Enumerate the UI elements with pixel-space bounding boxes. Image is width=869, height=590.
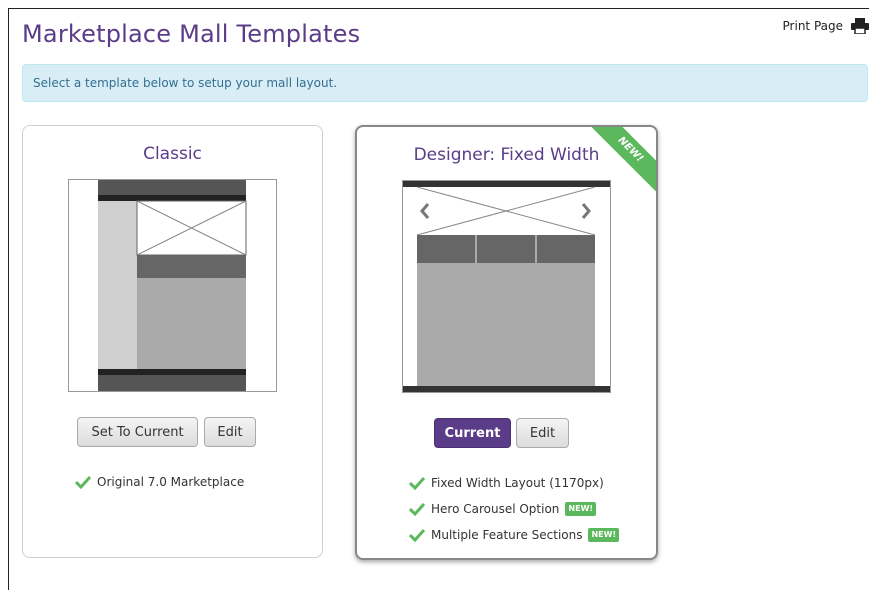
checkmark-icon bbox=[409, 502, 425, 516]
feature-item: Multiple Feature Sections NEW! bbox=[409, 522, 620, 548]
feature-list: Original 7.0 Marketplace bbox=[75, 469, 244, 495]
frame-border-left bbox=[8, 8, 9, 590]
print-page-label: Print Page bbox=[782, 19, 843, 33]
print-page-link[interactable]: Print Page bbox=[783, 18, 869, 34]
checkmark-icon bbox=[409, 476, 425, 490]
classic-layout-thumbnail bbox=[68, 179, 277, 392]
feature-text: Multiple Feature Sections bbox=[431, 528, 583, 542]
feature-text: Hero Carousel Option bbox=[431, 502, 560, 516]
checkmark-icon bbox=[75, 475, 91, 489]
info-message: Select a template below to setup your ma… bbox=[33, 76, 338, 90]
feature-item: Fixed Width Layout (1170px) bbox=[409, 470, 619, 496]
new-badge: NEW! bbox=[565, 502, 597, 516]
set-to-current-button[interactable]: Set To Current bbox=[77, 417, 198, 447]
checkmark-icon bbox=[409, 528, 425, 542]
edit-button[interactable]: Edit bbox=[516, 418, 569, 448]
info-alert: Select a template below to setup your ma… bbox=[22, 64, 868, 102]
current-button[interactable]: Current bbox=[434, 418, 511, 448]
template-title: Classic bbox=[143, 144, 202, 164]
template-card-classic: Classic Set To Current Edit Original 7.0… bbox=[22, 125, 323, 558]
feature-list: Fixed Width Layout (1170px) Hero Carouse… bbox=[409, 470, 620, 548]
template-card-designer: NEW! Designer: Fixed Width Current Edit … bbox=[355, 125, 658, 560]
feature-item: Hero Carousel Option NEW! bbox=[409, 496, 619, 522]
template-title: Designer: Fixed Width bbox=[413, 145, 600, 165]
edit-button[interactable]: Edit bbox=[204, 417, 256, 447]
feature-text: Original 7.0 Marketplace bbox=[97, 475, 245, 489]
printer-icon bbox=[851, 18, 869, 34]
page-title: Marketplace Mall Templates bbox=[22, 20, 361, 48]
feature-text: Fixed Width Layout (1170px) bbox=[431, 476, 604, 490]
new-badge: NEW! bbox=[588, 528, 620, 542]
feature-item: Original 7.0 Marketplace bbox=[75, 469, 244, 495]
designer-layout-thumbnail bbox=[402, 180, 611, 393]
frame-border-top bbox=[8, 8, 869, 9]
